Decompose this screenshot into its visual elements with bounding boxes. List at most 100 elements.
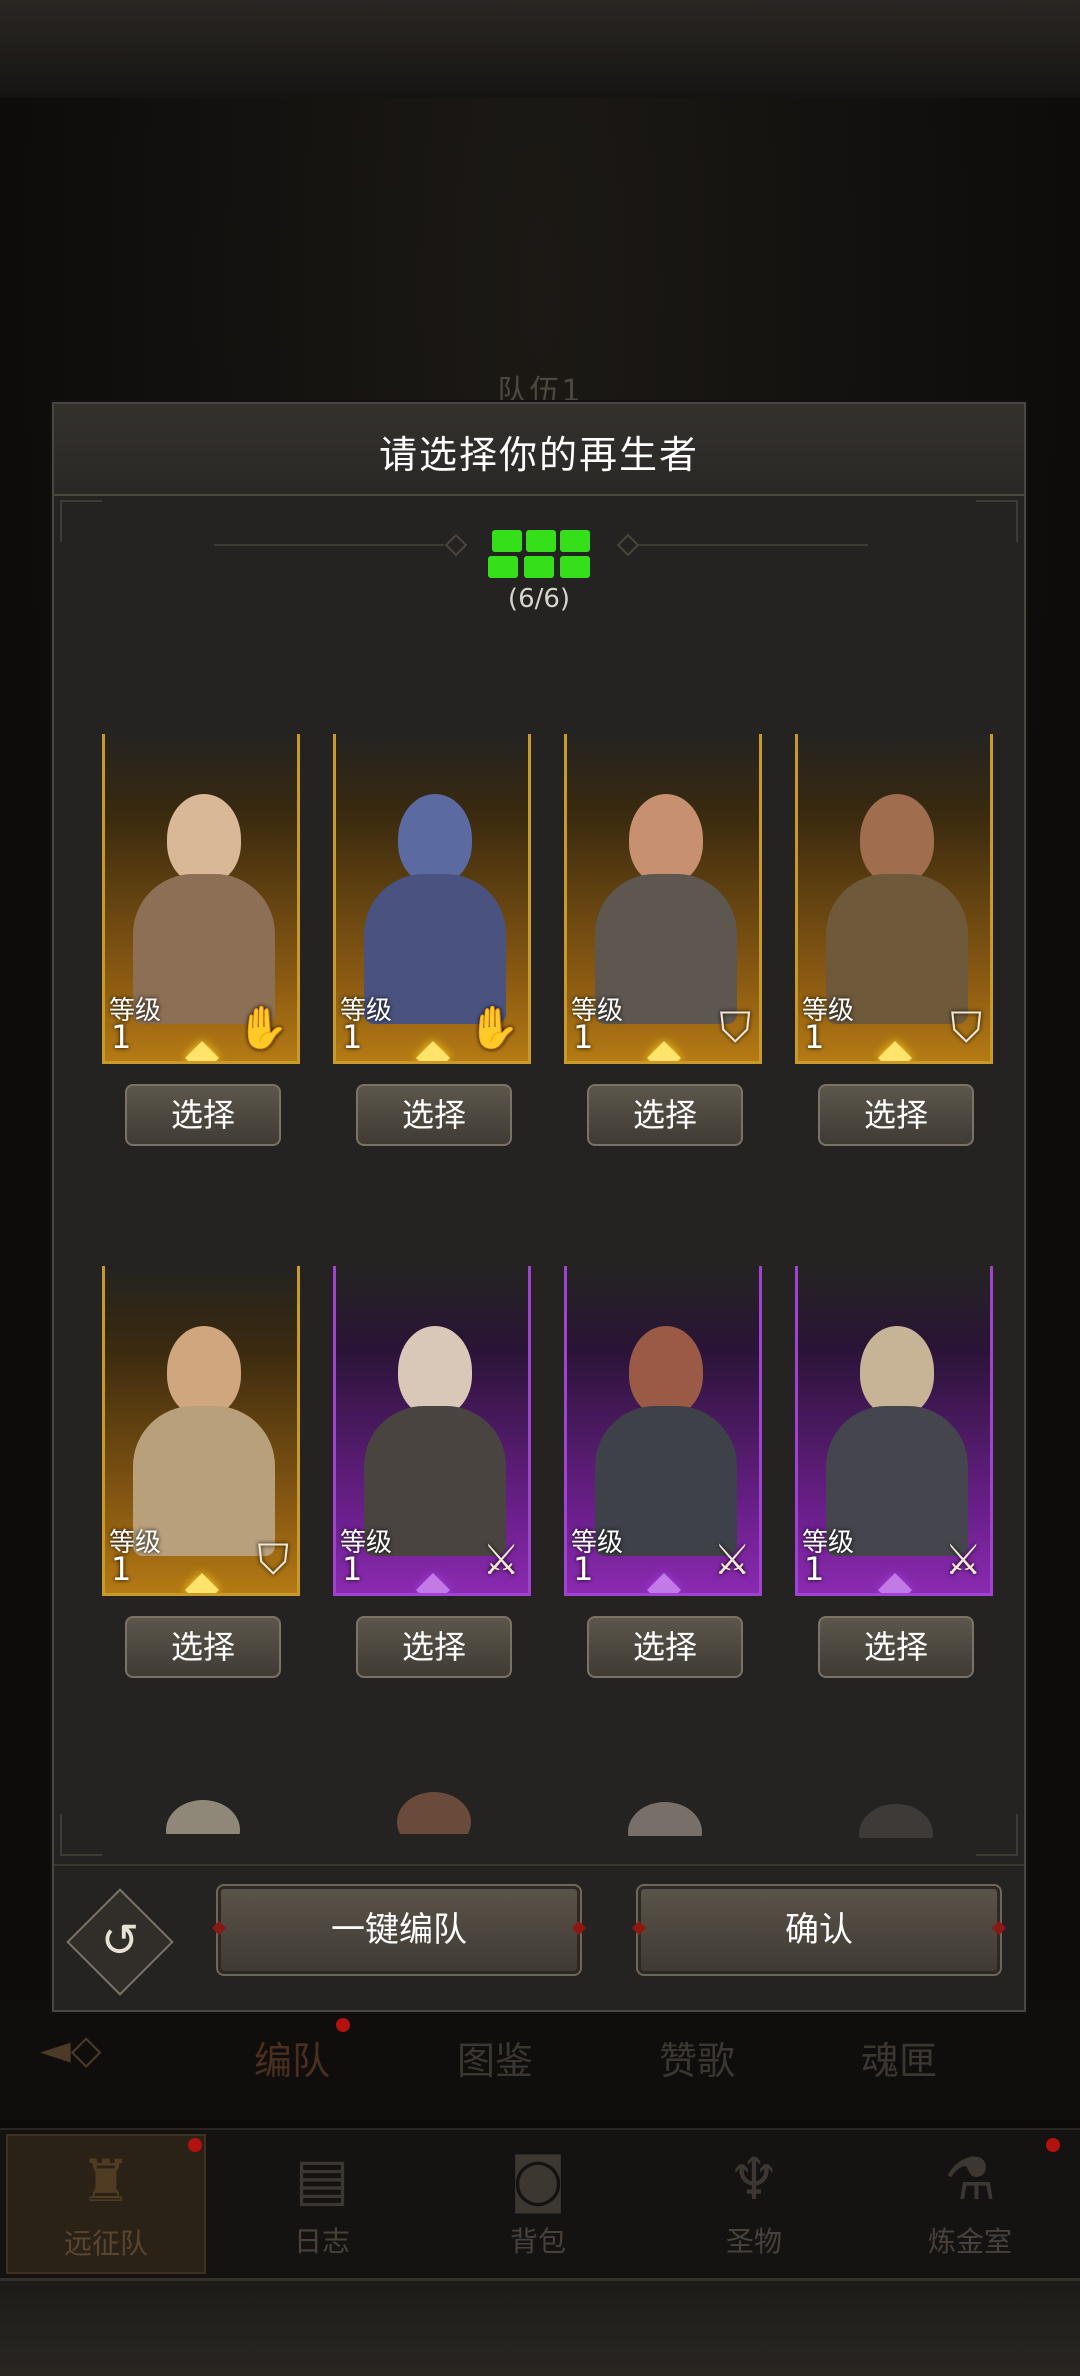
hero-card[interactable]: 等级 1 ⛉: [795, 734, 993, 1064]
hero-head: [167, 794, 241, 884]
divider-line: [638, 544, 868, 546]
shield-icon: ⛉: [950, 1003, 982, 1052]
hero-card-partial: [126, 1794, 276, 1834]
dialog-header: 请选择你的再生者: [54, 404, 1024, 496]
tab-hymns[interactable]: 赞歌: [627, 2030, 767, 2085]
slot-filled: [526, 530, 556, 552]
divider-diamond: [616, 533, 640, 557]
rarity-gem-icon: [647, 1041, 681, 1061]
hero-head: [860, 794, 934, 884]
select-button[interactable]: 选择: [818, 1616, 974, 1678]
level-value: 1: [573, 1550, 594, 1588]
viking-helmet-icon: ♜: [80, 2147, 132, 2215]
select-button[interactable]: 选择: [356, 1616, 512, 1678]
hand-icon: ✋: [467, 1003, 520, 1052]
rarity-gem-icon: [647, 1573, 681, 1593]
divider-diamond: [444, 533, 468, 557]
hero-card[interactable]: 等级 1 ✋: [102, 734, 300, 1064]
level-value: 1: [573, 1018, 594, 1056]
hero-portrait: [591, 1306, 741, 1556]
rarity-gem-icon: [878, 1041, 912, 1061]
back-arrow-icon[interactable]: ◄◇: [40, 2020, 190, 2080]
nav-backpack-label: 背包: [509, 2225, 566, 2258]
hero-head: [166, 1800, 240, 1834]
level-value: 1: [804, 1550, 825, 1588]
hero-portrait: [129, 1306, 279, 1556]
hero-portrait: [591, 774, 741, 1024]
select-button[interactable]: 选择: [125, 1084, 281, 1146]
hero-select-dialog: 请选择你的再生者 (6/6) 等级 1 ✋ 等级 1 ✋ 等级 1 ⛉ 等级 1…: [52, 402, 1026, 2012]
sword-icon: ⚔: [944, 1535, 982, 1584]
dialog-title: 请选择你的再生者: [378, 433, 699, 477]
scroll-icon: ▤: [294, 2145, 350, 2213]
alchemy-icon: ⚗: [944, 2145, 996, 2213]
tab-soul-box[interactable]: 魂匣: [829, 2030, 969, 2085]
hand-icon: ✋: [236, 1003, 289, 1052]
hero-portrait: [360, 1306, 510, 1556]
hero-portrait: [822, 774, 972, 1024]
hero-head: [398, 1326, 472, 1416]
nav-expedition[interactable]: ♜ 远征队: [6, 2134, 206, 2274]
shield-icon: ⛉: [257, 1535, 289, 1584]
nav-alchemy-badge: [1046, 2138, 1060, 2152]
select-button[interactable]: 选择: [587, 1616, 743, 1678]
nav-alchemy[interactable]: ⚗ 炼金室: [870, 2134, 1070, 2274]
relic-icon: ♆: [728, 2145, 780, 2213]
nav-expedition-label: 远征队: [63, 2227, 148, 2260]
hero-portrait: [129, 774, 279, 1024]
nav-alchemy-label: 炼金室: [927, 2225, 1012, 2258]
tab-formation-badge: [336, 2018, 350, 2032]
hero-card[interactable]: 等级 1 ⛉: [102, 1266, 300, 1596]
select-button[interactable]: 选择: [125, 1616, 281, 1678]
nav-relics[interactable]: ♆ 圣物: [654, 2134, 854, 2274]
nav-expedition-badge: [188, 2138, 202, 2152]
corner-ornament: [60, 500, 102, 542]
hero-card[interactable]: 等级 1 ✋: [333, 734, 531, 1064]
corner-ornament: [976, 500, 1018, 542]
hero-card[interactable]: 等级 1 ⚔: [795, 1266, 993, 1596]
undo-icon[interactable]: ↺: [84, 1909, 156, 1971]
nav-backpack[interactable]: ◙ 背包: [438, 2134, 638, 2274]
corner-ornament: [976, 1814, 1018, 1856]
sword-icon: ⚔: [482, 1535, 520, 1584]
divider-line: [214, 544, 444, 546]
hero-card-partial: [357, 1786, 507, 1834]
team-slot-indicator: [488, 530, 592, 580]
select-button[interactable]: 选择: [356, 1084, 512, 1146]
rarity-gem-icon: [416, 1573, 450, 1593]
level-value: 1: [342, 1018, 363, 1056]
rarity-gem-icon: [878, 1573, 912, 1593]
select-button[interactable]: 选择: [587, 1084, 743, 1146]
rarity-gem-icon: [185, 1573, 219, 1593]
level-value: 1: [342, 1550, 363, 1588]
corner-ornament: [60, 1814, 102, 1856]
screen: 队伍1 ◄◇ 编队 图鉴 赞歌 魂匣 ♜ 远征队 ▤ 日志 ◙ 背包 ♆ 圣物 …: [0, 0, 1080, 2376]
confirm-button[interactable]: 确认: [636, 1884, 1002, 1976]
hero-head: [398, 794, 472, 884]
auto-team-button[interactable]: 一键编队: [216, 1884, 582, 1976]
hero-portrait: [822, 1306, 972, 1556]
rarity-gem-icon: [185, 1041, 219, 1061]
hero-card[interactable]: 等级 1 ⛉: [564, 734, 762, 1064]
level-value: 1: [111, 1018, 132, 1056]
level-value: 1: [804, 1018, 825, 1056]
nav-relics-label: 圣物: [725, 2225, 782, 2258]
hero-head: [859, 1804, 933, 1838]
bottom-ornament-frame: [0, 2278, 1080, 2376]
hero-head: [397, 1792, 471, 1834]
nav-journal-label: 日志: [293, 2225, 350, 2258]
footer-divider: [54, 1864, 1024, 1866]
top-ornament-frame: [0, 0, 1080, 101]
hero-portrait: [360, 774, 510, 1024]
hero-card[interactable]: 等级 1 ⚔: [564, 1266, 762, 1596]
select-button[interactable]: 选择: [818, 1084, 974, 1146]
hero-head: [167, 1326, 241, 1416]
tab-codex[interactable]: 图鉴: [425, 2030, 565, 2085]
tab-formation[interactable]: 编队: [222, 2030, 362, 2085]
hero-card-partial: [819, 1798, 969, 1838]
hero-head: [860, 1326, 934, 1416]
hero-card[interactable]: 等级 1 ⚔: [333, 1266, 531, 1596]
nav-journal[interactable]: ▤ 日志: [222, 2134, 422, 2274]
hero-card-partial: [588, 1796, 738, 1836]
sword-icon: ⚔: [713, 1535, 751, 1584]
